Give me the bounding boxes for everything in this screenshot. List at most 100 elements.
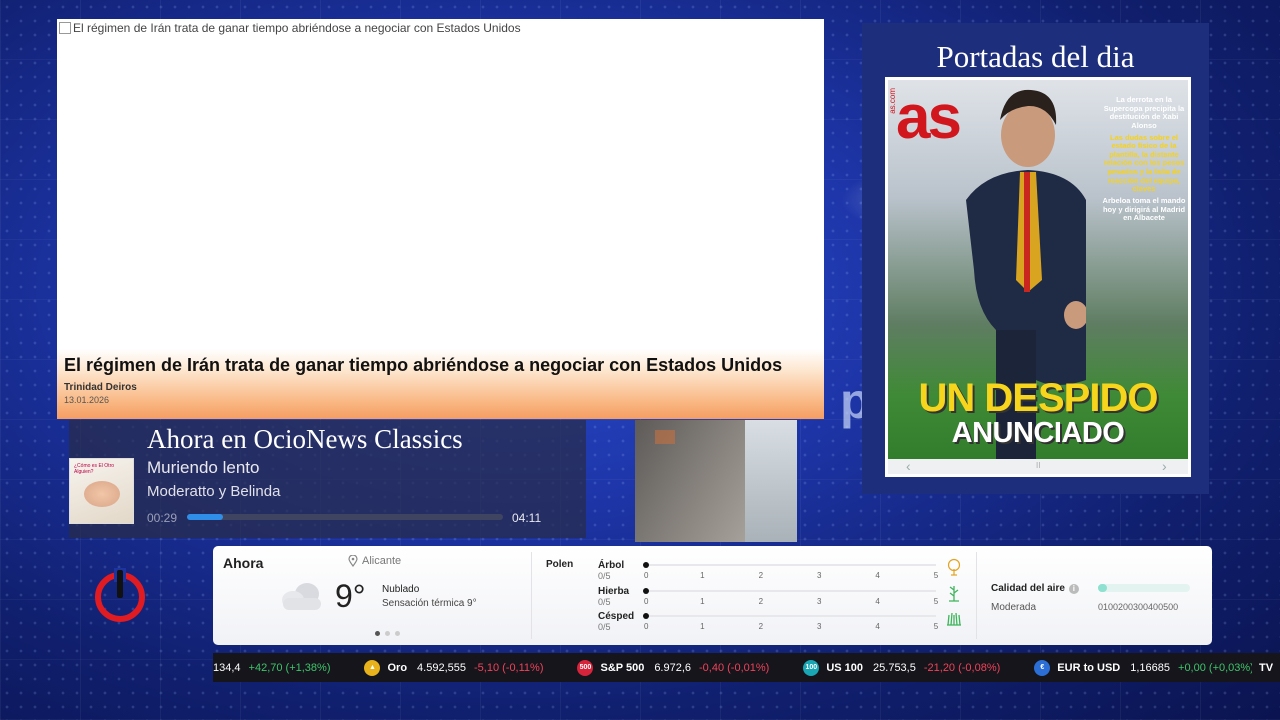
cover-nav: ‹ II › [888, 458, 1188, 474]
pager-dot[interactable] [395, 631, 400, 636]
ticker-item[interactable]: ▲ Oro 4.592,555 -5,10 (-0,11%) [364, 659, 544, 676]
portadas-panel: Portadas del dia as as.com La derrota en… [862, 23, 1209, 494]
cover-logo: as [896, 83, 962, 152]
weather-condition: Nublado [382, 584, 420, 595]
polen-scale-tick: 2 [758, 622, 764, 631]
air-quality-title: Calidad del aire [991, 583, 1065, 594]
tree-icon [947, 558, 961, 576]
us100-icon: 100 [803, 659, 820, 676]
polen-scale-tick: 2 [758, 571, 764, 580]
polen-value: 0/5 [598, 597, 611, 607]
duration: 04:11 [512, 511, 542, 525]
location-pin-icon [348, 555, 358, 567]
polen-scale-tick: 0 [644, 622, 649, 631]
cover-headline-line-1: UN DESPIDO [918, 376, 1159, 420]
tradingview-logo[interactable]: TV [1252, 653, 1280, 682]
polen-value: 0/5 [598, 571, 611, 581]
cover-side-text: as.com [888, 88, 897, 114]
album-art-text: ¿Cómo es El Otro Alguien? [74, 463, 115, 475]
air-quality-fill [1098, 584, 1108, 592]
prev-cover-button[interactable]: ‹ [906, 458, 911, 474]
next-cover-button[interactable]: › [1162, 458, 1167, 474]
ticker-item[interactable]: 134,4 +42,70 (+1,38%) [213, 662, 330, 674]
weather-bar: Ahora Alicante 9° Nublado Sensación térm… [213, 546, 1212, 645]
ticker-price: 134,4 [213, 661, 241, 674]
newspaper-cover[interactable]: as as.com La derrota en la Supercopa pre… [885, 77, 1191, 477]
eurusd-icon: € [1034, 659, 1051, 676]
polen-scale-tick: 1 [700, 622, 705, 631]
weather-pager[interactable] [375, 631, 400, 636]
progress-bar[interactable] [187, 514, 503, 520]
polen-name: Árbol [598, 560, 625, 571]
news-card[interactable]: El régimen de Irán trata de ganar tiempo… [57, 19, 824, 419]
cover-headline: UN DESPIDO ANUNCIADO [888, 376, 1188, 450]
webcam-view [635, 420, 797, 542]
ticker-change: +42,70 (+1,38%) [248, 661, 331, 674]
ticker-item[interactable]: 100 US 100 25.753,5 -21,20 (-0,08%) [803, 659, 1001, 676]
temperature: 9° [335, 578, 366, 614]
album-art: ¿Cómo es El Otro Alguien? [69, 458, 134, 524]
cover-headline-line-2: ANUNCIADO [951, 417, 1125, 449]
air-quality-status: Moderada [991, 602, 1037, 613]
player-title: Ahora en OcioNews Classics [147, 424, 463, 454]
polen-scale: 0 1 2 3 4 5 [644, 597, 938, 607]
cover-lead-line: La derrota en la Supercopa precipita la … [1103, 95, 1185, 130]
ticker-name: S&P 500 [600, 661, 645, 674]
market-ticker: 134,4 +42,70 (+1,38%) ▲ Oro 4.592,555 -5,10 (… [213, 653, 1280, 682]
ticker-item[interactable]: 500 S&P 500 6.972,6 -0,40 (-0,01%) [577, 659, 770, 676]
polen-scale: 0 1 2 3 4 5 [644, 622, 939, 632]
news-image: El régimen de Irán trata de ganar tiempo… [59, 21, 521, 35]
polen-scale-tick: 1 [700, 597, 705, 606]
ticker-change: -0,40 (-0,01%) [699, 661, 770, 674]
polen-name: Hierba [598, 586, 630, 597]
polen-name: Césped [598, 611, 635, 622]
cover-lead-text: La derrota en la Supercopa precipita la … [1098, 95, 1188, 223]
ticker-change: -21,20 (-0,08%) [923, 661, 1001, 674]
lawn-icon [947, 612, 961, 626]
air-quality-bar [1098, 584, 1190, 592]
polen-scale-tick: 4 [875, 571, 880, 580]
pager-dot[interactable] [375, 631, 380, 636]
ticker-change: +0,00 (+0,03%) [1178, 661, 1254, 674]
polen-scale-tick: 5 [933, 622, 939, 631]
ticker-price: 6.972,6 [654, 661, 692, 674]
polen-level-marker [643, 562, 649, 568]
ticker-item[interactable]: € EUR to USD 1,16685 +0,00 (+0,03%) [1034, 659, 1254, 676]
polen-scale-tick: 2 [758, 597, 764, 606]
sp500-icon: 500 [577, 659, 594, 676]
song-title: Muriendo lento [147, 458, 260, 477]
polen-row-cesped: Césped 0/5 0 1 2 3 4 5 [598, 611, 961, 635]
polen-scale-tick: 3 [816, 597, 822, 606]
polen-scale-tick: 4 [875, 597, 880, 606]
power-icon[interactable] [93, 568, 147, 622]
grass-icon [949, 586, 959, 602]
polen-label: Polen [546, 559, 574, 570]
polen-scale-tick: 1 [700, 571, 705, 580]
ticker-change: -5,10 (-0,11%) [473, 661, 544, 674]
ticker-price: 25.753,5 [873, 661, 916, 674]
weather-location[interactable]: Alicante [348, 555, 401, 567]
ticker-name: US 100 [826, 661, 864, 674]
polen-scale-tick: 5 [933, 571, 939, 580]
polen-scale-tick: 0 [644, 571, 649, 580]
ticker-price: 4.592,555 [417, 661, 466, 674]
current-time: 00:29 [147, 511, 178, 525]
polen-scale-tick: 4 [875, 622, 880, 631]
progress-fill [187, 514, 224, 520]
polen-level-marker [643, 588, 649, 594]
polen-row-arbol: Árbol 0/5 0 1 2 3 4 5 [598, 558, 961, 584]
news-title[interactable]: El régimen de Irán trata de ganar tiempo… [64, 355, 817, 376]
location-name: Alicante [362, 555, 402, 567]
cover-lead-line: Arbeloa toma el mando hoy y dirigirá al … [1102, 195, 1186, 223]
cover-lead-line: Las dudas sobre el estado físico de la p… [1103, 132, 1185, 194]
pause-icon[interactable]: II [1036, 461, 1040, 470]
gold-icon: ▲ [364, 659, 381, 676]
polen-scale: 0 1 2 3 4 5 [644, 571, 939, 581]
feels-like: Sensación térmica 9° [382, 598, 477, 609]
info-icon[interactable]: i [1068, 583, 1079, 594]
air-quality-scale: 0100200300400500 [1098, 602, 1179, 612]
song-artist: Moderatto y Belinda [147, 483, 281, 500]
pager-dot[interactable] [385, 631, 390, 636]
news-date: 13.01.2026 [64, 395, 110, 405]
air-quality-label: Calidad del aire i [991, 583, 1079, 594]
